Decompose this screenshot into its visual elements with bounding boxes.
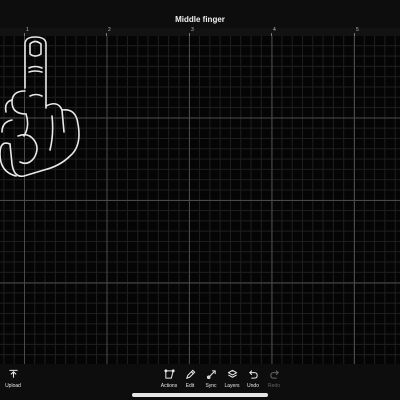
ruler-label-5: 5 [356, 27, 359, 33]
redo-button[interactable]: Redo [259, 369, 289, 389]
ruler-label-2: 2 [108, 27, 111, 33]
hand-artwork[interactable] [0, 36, 90, 186]
edit-label: Edit [185, 383, 195, 389]
ruler-label-3: 3 [191, 27, 194, 33]
upload-icon [8, 369, 18, 378]
edit-icon [185, 369, 195, 379]
actions-icon [163, 369, 175, 379]
sync-label: Sync [205, 383, 217, 389]
ruler-label-1: 1 [26, 27, 29, 33]
design-canvas[interactable] [0, 36, 400, 364]
home-indicator [132, 393, 268, 397]
upload-label: Upload [5, 383, 21, 389]
undo-icon [248, 370, 258, 379]
layers-icon [227, 369, 237, 378]
project-title: Middle finger [175, 14, 225, 24]
sync-icon [206, 370, 216, 380]
redo-label: Redo [268, 383, 280, 389]
ruler-label-4: 4 [273, 27, 276, 33]
title-bar: Middle finger [0, 0, 400, 28]
upload-button[interactable]: Upload [0, 369, 28, 389]
redo-icon [269, 370, 279, 379]
undo-label: Undo [247, 383, 259, 389]
